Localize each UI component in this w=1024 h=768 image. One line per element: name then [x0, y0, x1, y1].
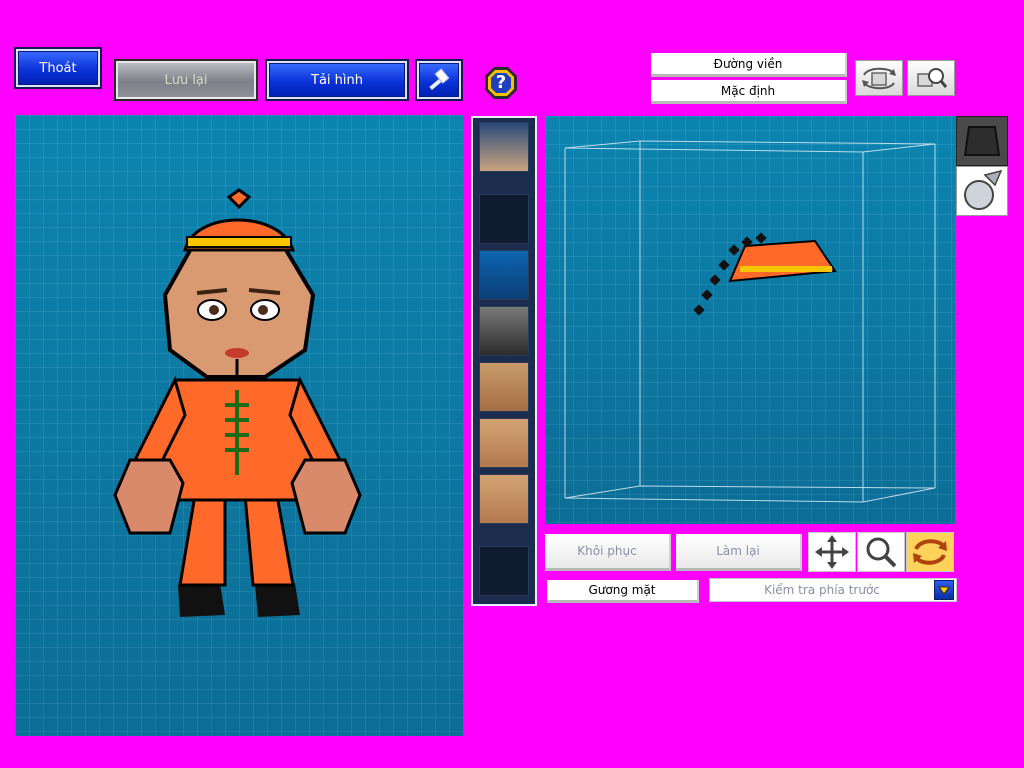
part-thumb-nose[interactable]	[479, 418, 529, 468]
part-thumb-face-preview[interactable]	[479, 122, 529, 172]
part-3d-view-panel	[545, 116, 955, 524]
stone-icon	[963, 126, 1001, 156]
rotate-view-icon	[862, 67, 896, 90]
part-thumb-empty-2[interactable]	[479, 546, 529, 596]
character-icon	[964, 169, 1003, 210]
view-select[interactable]: Kiểm tra phía trước	[709, 578, 957, 602]
save-button-label: Lưu lại	[164, 72, 208, 88]
rotate-view-button[interactable]	[855, 60, 903, 96]
magnifier-icon	[866, 537, 897, 568]
restore-button[interactable]: Khôi phục	[545, 534, 671, 571]
zoom-view-icon	[917, 68, 948, 88]
reload-button-label: Tải hình	[311, 72, 363, 88]
part-thumb-eyes[interactable]	[479, 362, 529, 412]
redo-button[interactable]: Làm lại	[676, 534, 802, 571]
reload-button[interactable]: Tải hình	[265, 59, 409, 101]
part-thumb-hat[interactable]	[479, 250, 529, 300]
save-button[interactable]: Lưu lại	[114, 59, 258, 101]
default-button[interactable]: Mặc định	[651, 80, 847, 104]
rotate-tool-button[interactable]	[906, 532, 954, 572]
part-3d-view	[564, 140, 936, 503]
exit-button[interactable]: Thoát	[14, 47, 102, 89]
restore-button-label: Khôi phục	[577, 544, 637, 558]
chevron-down-icon[interactable]	[934, 580, 954, 600]
side-tool-stone[interactable]	[956, 116, 1008, 166]
parts-strip	[471, 116, 537, 606]
hammer-icon	[429, 68, 450, 91]
face-button-label: Gương mặt	[588, 583, 656, 597]
outline-button-label: Đường viền	[713, 56, 783, 71]
hammer-button[interactable]	[415, 59, 463, 101]
help-button[interactable]: ?	[484, 66, 518, 100]
exit-button-label: Thoát	[39, 60, 77, 76]
zoom-view-button[interactable]	[907, 60, 955, 96]
part-thumb-empty-1[interactable]	[479, 194, 529, 244]
part-thumb-outfit[interactable]	[479, 306, 529, 356]
default-button-label: Mặc định	[720, 83, 776, 98]
redo-button-label: Làm lại	[716, 544, 760, 558]
view-select-value: Kiểm tra phía trước	[764, 583, 880, 597]
side-tool-character[interactable]	[956, 166, 1008, 216]
move-tool-button[interactable]	[808, 532, 856, 572]
face-button[interactable]: Gương mặt	[547, 580, 699, 603]
rotate-icon	[913, 539, 947, 565]
zoom-tool-button[interactable]	[857, 532, 905, 572]
character-figure	[113, 188, 362, 617]
part-thumb-mouth[interactable]	[479, 474, 529, 524]
move-arrows-icon	[815, 535, 849, 569]
character-preview-panel	[15, 115, 463, 736]
help-glyph: ?	[495, 72, 507, 93]
outline-button[interactable]: Đường viền	[651, 53, 847, 77]
